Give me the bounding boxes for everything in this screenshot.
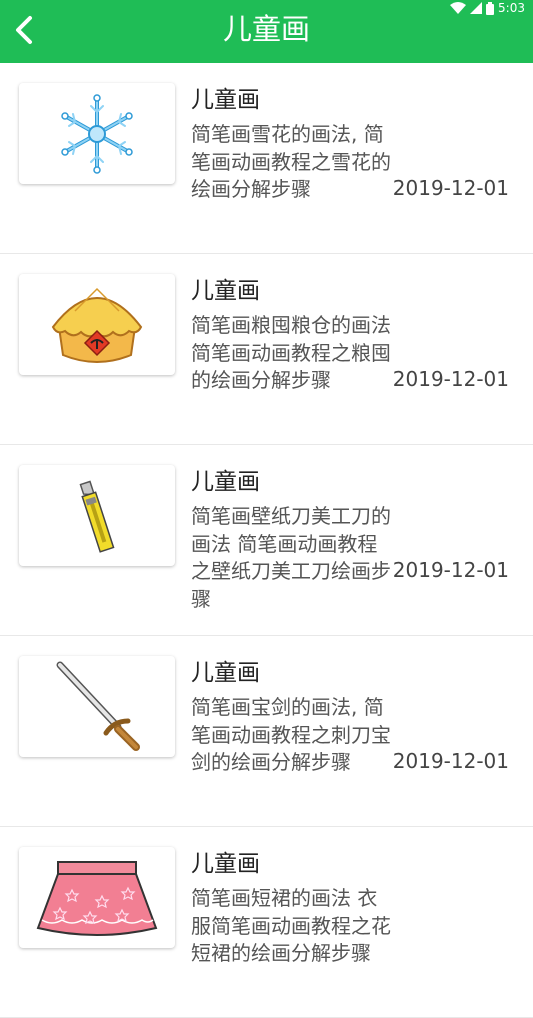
list-item[interactable]: 儿童画 简笔画壁纸刀美工刀的画法 简笔画动画教程之壁纸刀美工刀绘画步骤 2019…	[0, 445, 533, 636]
item-description: 简笔画粮囤粮仓的画法 简笔画动画教程之粮囤的绘画分解步骤	[191, 313, 391, 392]
thumbnail-image	[19, 847, 175, 948]
skirt-icon	[36, 860, 158, 936]
thumbnail-image	[19, 465, 175, 566]
sword-icon	[56, 661, 140, 751]
app-bar: 5:03 儿童画	[0, 0, 533, 63]
snowflake-icon	[61, 93, 133, 174]
item-title: 儿童画	[191, 469, 260, 495]
item-description: 简笔画短裙的画法 衣服简笔画动画教程之花短裙的绘画分解步骤	[191, 886, 391, 965]
thumbnail-image	[19, 274, 175, 375]
item-date: 2019-12-01	[392, 558, 509, 582]
thumbnail-image	[19, 83, 175, 184]
item-date: 2019-12-01	[392, 176, 509, 200]
item-description: 简笔画壁纸刀美工刀的画法 简笔画动画教程之壁纸刀美工刀绘画步骤	[191, 504, 391, 611]
article-list: 儿童画 简笔画雪花的画法, 简笔画动画教程之雪花的绘画分解步骤 2019-12-…	[0, 63, 533, 1018]
item-title: 儿童画	[191, 660, 260, 686]
item-description: 简笔画雪花的画法, 简笔画动画教程之雪花的绘画分解步骤	[191, 122, 391, 201]
utility-knife-icon	[79, 480, 115, 553]
list-item[interactable]: 儿童画 简笔画短裙的画法 衣服简笔画动画教程之花短裙的绘画分解步骤	[0, 827, 533, 1018]
list-item[interactable]: 儿童画 简笔画粮囤粮仓的画法 简笔画动画教程之粮囤的绘画分解步骤 2019-12…	[0, 254, 533, 445]
thumbnail-image	[19, 656, 175, 757]
page-title: 儿童画	[222, 12, 310, 46]
item-date: 2019-12-01	[392, 367, 509, 391]
item-title: 儿童画	[191, 278, 260, 304]
list-item[interactable]: 儿童画 简笔画宝剑的画法, 简笔画动画教程之刺刀宝剑的绘画分解步骤 2019-1…	[0, 636, 533, 827]
granary-icon	[51, 287, 143, 363]
item-description: 简笔画宝剑的画法, 简笔画动画教程之刺刀宝剑的绘画分解步骤	[191, 695, 391, 774]
list-item[interactable]: 儿童画 简笔画雪花的画法, 简笔画动画教程之雪花的绘画分解步骤 2019-12-…	[0, 63, 533, 254]
item-title: 儿童画	[191, 851, 260, 877]
item-title: 儿童画	[191, 87, 260, 113]
item-date: 2019-12-01	[392, 749, 509, 773]
